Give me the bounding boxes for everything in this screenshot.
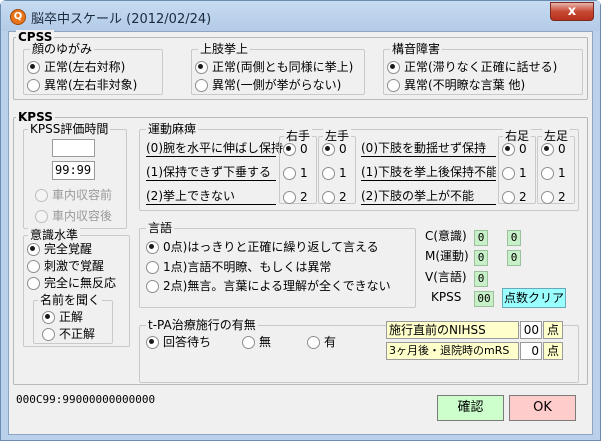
unresponsive-radio[interactable]: 完全に無反応 <box>27 275 116 291</box>
tpa-no-radio[interactable]: 無 <box>242 334 271 350</box>
mrs-label: 3ヶ月後・退院時のmRS <box>386 342 519 360</box>
right-foot-1-radio[interactable]: 1 <box>502 165 527 181</box>
tpa-yes-radio[interactable]: 有 <box>307 334 336 350</box>
left-hand-0-radio[interactable]: 0 <box>322 141 347 157</box>
m-score-field: 0 <box>474 250 488 266</box>
dialog-window: Q 脳卒中スケール (2012/02/24) x CPSS 顔のゆがみ 正常(左… <box>0 0 601 441</box>
arm-level-0-label: (0)腕を水平に伸ばし保持 <box>146 141 283 157</box>
kpss-time-input[interactable] <box>52 139 95 157</box>
cpss-arm-abnormal-radio[interactable]: 異常(一側が挙がらない) <box>195 77 341 93</box>
m-score-field-2: 0 <box>507 250 521 266</box>
left-foot-1-radio[interactable]: 1 <box>541 165 566 181</box>
leg-level-0-label: (0)下肢を動揺せず保持 <box>361 140 496 157</box>
kpss-total-label: KPSS <box>431 290 462 304</box>
cpss-arm-normal-radio[interactable]: 正常(両側とも同様に挙上) <box>195 59 353 75</box>
kpss-time-title: KPSS評価時間 <box>28 122 111 136</box>
right-hand-2-radio[interactable]: 2 <box>283 189 308 205</box>
left-foot-0-radio[interactable]: 0 <box>541 141 566 157</box>
name-correct-radio[interactable]: 正解 <box>42 309 83 325</box>
cpss-speech-abnormal-radio[interactable]: 異常(不明瞭な言葉 他) <box>387 77 525 93</box>
stimulus-awake-radio[interactable]: 刺激で覚醒 <box>27 258 104 274</box>
right-foot-0-radio[interactable]: 0 <box>502 141 527 157</box>
confirm-button[interactable]: 確認 <box>437 395 504 421</box>
language-0-radio[interactable]: 0点)はっきりと正確に繰り返して言える <box>146 239 379 255</box>
kpss-total-field: 00 <box>474 291 494 307</box>
before-admission-radio[interactable]: 車内収容前 <box>35 187 112 203</box>
mrs-input[interactable]: 0 <box>520 342 542 360</box>
name-ask-title: 名前を聞く <box>38 293 103 307</box>
cpss-face-normal-radio[interactable]: 正常(左右対称) <box>27 59 125 75</box>
v-score-label: V(言語) <box>425 270 467 284</box>
name-incorrect-radio[interactable]: 不正解 <box>42 326 95 342</box>
right-hand-0-radio[interactable]: 0 <box>283 141 308 157</box>
left-hand-2-radio[interactable]: 2 <box>322 189 347 205</box>
leg-level-1-label: (1)下肢を挙上後保持不能 <box>361 165 496 181</box>
after-admission-radio[interactable]: 車内収容後 <box>35 208 112 224</box>
language-1-radio[interactable]: 1点)言語不明瞭、もしくは異常 <box>146 259 331 275</box>
arm-level-1-label: (1)保持できず下垂する <box>146 164 276 181</box>
c-score-field: 0 <box>474 230 488 246</box>
language-title: 言語 <box>146 221 175 235</box>
cpss-speech-title: 構音障害 <box>390 42 443 56</box>
cpss-face-title: 顔のゆがみ <box>30 42 95 56</box>
left-hand-1-radio[interactable]: 1 <box>322 165 347 181</box>
language-2-radio[interactable]: 2点)無言。言葉による理解が全くできない <box>146 278 391 294</box>
ok-button[interactable]: OK <box>509 395 576 421</box>
title-bar: Q 脳卒中スケール (2012/02/24) x <box>1 1 600 31</box>
m-score-label: M(運動) <box>425 249 469 263</box>
tpa-pending-radio[interactable]: 回答待ち <box>146 334 211 350</box>
c-score-field-2: 0 <box>507 230 521 246</box>
window-title: 脳卒中スケール (2012/02/24) <box>31 12 212 27</box>
cpss-speech-normal-radio[interactable]: 正常(滞りなく正確に話せる) <box>387 59 557 75</box>
mrs-unit: 点 <box>543 342 563 360</box>
v-score-field: 0 <box>474 271 488 287</box>
motor-title: 運動麻痺 <box>146 122 199 136</box>
nihss-label: 施行直前のNIHSS <box>386 321 519 339</box>
nihss-unit: 点 <box>543 321 563 339</box>
cpss-arm-title: 上肢挙上 <box>198 42 251 56</box>
status-code: 000C99:99000000000000 <box>16 393 156 406</box>
consciousness-title: 意識水準 <box>28 228 81 242</box>
kpss-time-field[interactable]: 99:99 <box>52 161 95 180</box>
fully-awake-radio[interactable]: 完全覚醒 <box>27 241 92 257</box>
tpa-title: t-PA治療施行の有無 <box>146 318 258 332</box>
nihss-input[interactable]: 00 <box>520 321 542 339</box>
leg-level-2-label: (2)下肢の挙上が不能 <box>361 188 496 205</box>
clear-score-button[interactable]: 点数クリア <box>502 288 566 308</box>
cpss-face-abnormal-radio[interactable]: 異常(左右非対象) <box>27 77 137 93</box>
client-area: CPSS 顔のゆがみ 正常(左右対称) 異常(左右非対象) 上肢挙上 正常(両側… <box>8 30 593 435</box>
arm-level-2-label: (2)挙上できない <box>146 188 276 205</box>
c-score-label: C(意識) <box>425 229 467 243</box>
right-foot-2-radio[interactable]: 2 <box>502 189 527 205</box>
close-button[interactable]: x <box>550 2 594 21</box>
right-hand-1-radio[interactable]: 1 <box>283 165 308 181</box>
left-foot-2-radio[interactable]: 2 <box>541 189 566 205</box>
app-icon: Q <box>10 9 26 25</box>
